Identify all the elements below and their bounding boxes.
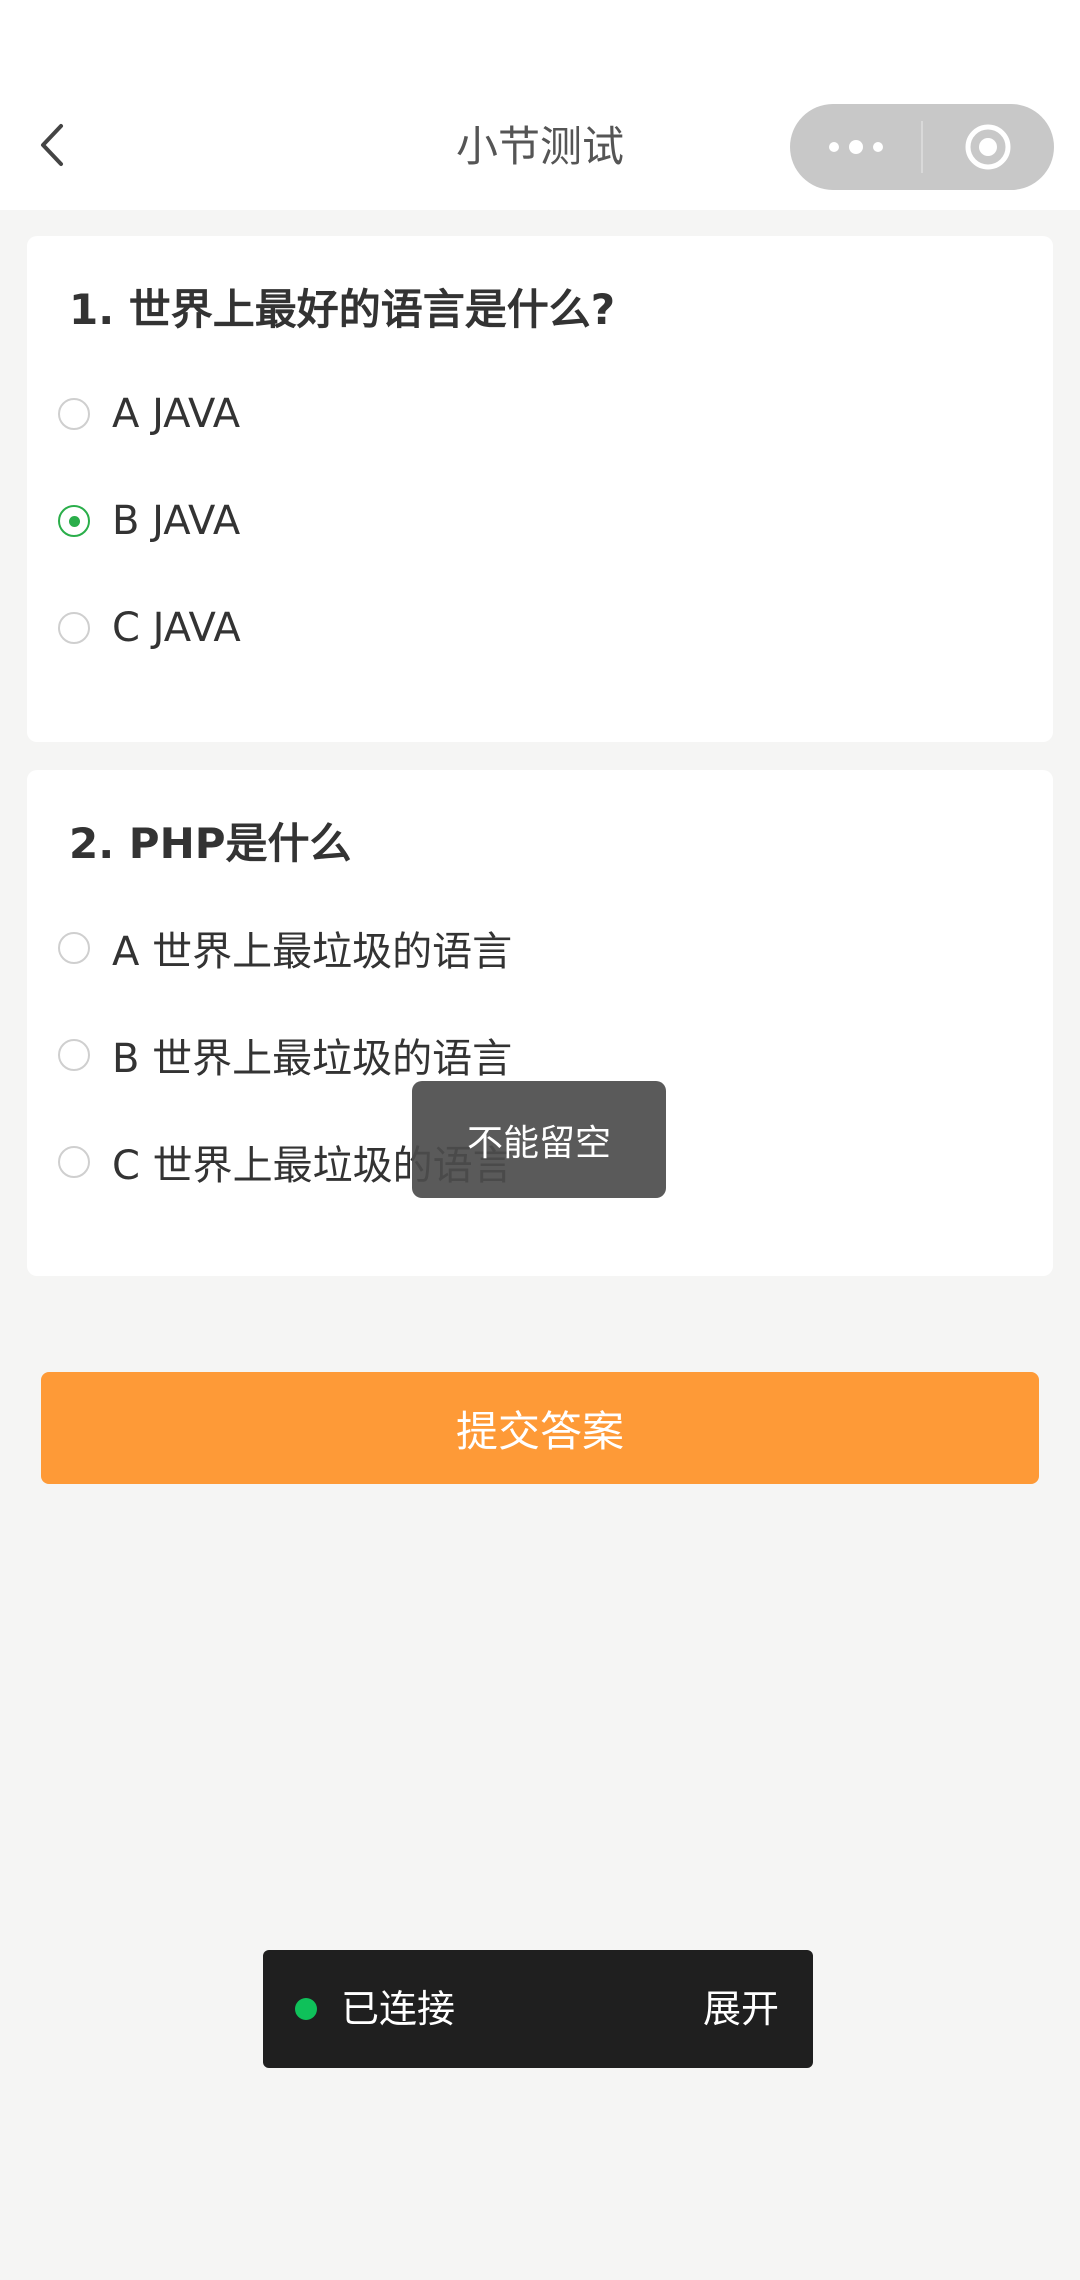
question-card-1: 1. 世界上最好的语言是什么? (27, 236, 1053, 742)
radio-button-checked[interactable] (58, 505, 90, 537)
target-circle-icon (965, 124, 1011, 170)
more-dots-icon (828, 140, 883, 154)
option-q1-c[interactable]: C JAVA (58, 598, 241, 658)
connection-status-text: 已连接 (341, 1987, 456, 2031)
close-miniprogram-button[interactable] (923, 104, 1054, 190)
option-q2-a[interactable]: A 世界上最垃圾的语言 (58, 918, 512, 978)
option-label: A JAVA (112, 391, 241, 437)
radio-button[interactable] (58, 932, 90, 964)
capsule-menu (790, 104, 1054, 190)
page: 小节测试 1. 世界上最好的语言是什么? A JAVA B JAVA C JAV… (0, 0, 1080, 2280)
radio-button[interactable] (58, 1146, 90, 1178)
connection-status-bar: 已连接 展开 (263, 1950, 813, 2068)
question-title: 1. 世界上最好的语言是什么? (69, 285, 616, 334)
expand-button[interactable]: 展开 (703, 1950, 779, 2068)
radio-button[interactable] (58, 398, 90, 430)
radio-button[interactable] (58, 1039, 90, 1071)
option-label: B 世界上最垃圾的语言 (112, 1036, 513, 1082)
option-label: A 世界上最垃圾的语言 (112, 929, 513, 975)
option-q1-b[interactable]: B JAVA (58, 491, 240, 551)
option-q2-b[interactable]: B 世界上最垃圾的语言 (58, 1025, 512, 1085)
radio-dot (68, 515, 80, 527)
toast-message: 不能留空 (412, 1081, 666, 1198)
submit-answers-button[interactable]: 提交答案 (41, 1372, 1039, 1484)
option-q1-a[interactable]: A JAVA (58, 384, 240, 444)
question-title: 2. PHP是什么 (69, 819, 352, 868)
option-label: B JAVA (112, 498, 241, 544)
more-button[interactable] (790, 104, 921, 190)
question-card-2: 2. PHP是什么 (27, 770, 1053, 1276)
status-dot-icon (295, 1998, 317, 2020)
option-label: C JAVA (112, 605, 241, 651)
navigation-bar: 小节测试 (0, 0, 1080, 210)
radio-button[interactable] (58, 612, 90, 644)
